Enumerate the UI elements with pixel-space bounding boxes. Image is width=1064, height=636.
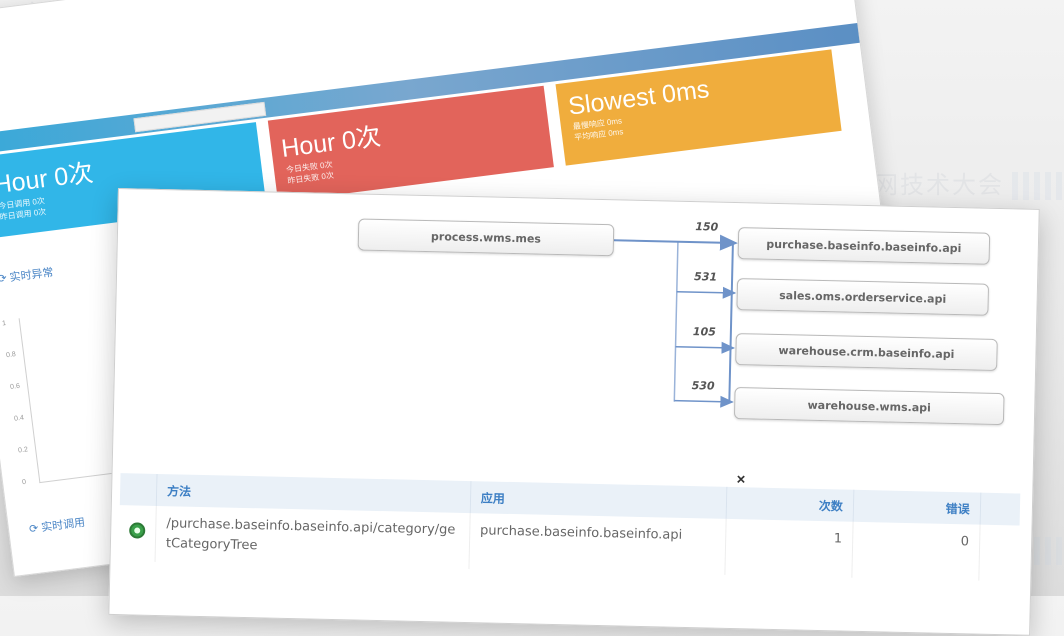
errors-cell: 0: [852, 522, 980, 581]
refresh-icon: ⟳: [28, 523, 39, 536]
refresh-icon: ⟳: [0, 273, 8, 286]
edge-count: 530: [692, 379, 715, 393]
node-label: process.wms.mes: [431, 230, 541, 245]
node-label: warehouse.wms.api: [807, 398, 931, 414]
link-label: 实时调用: [41, 517, 86, 534]
row-select-radio[interactable]: [129, 522, 145, 538]
realtime-exception-link[interactable]: ⟳ 实时异常: [0, 264, 54, 287]
axis-tick: 0.8: [6, 351, 17, 359]
topology-panel: process.wms.mes 150 purchase.baseinfo.ba…: [108, 188, 1039, 636]
edge-count: 105: [693, 325, 716, 339]
column-header-errors[interactable]: 错误: [853, 490, 981, 525]
select-column-header: [120, 473, 157, 506]
column-header-count[interactable]: 次数: [726, 487, 854, 522]
node-label: sales.oms.orderservice.api: [779, 289, 946, 306]
axis-tick: 0.4: [14, 415, 25, 423]
axis-tick: 0: [22, 479, 27, 486]
app-cell: purchase.baseinfo.baseinfo.api: [469, 513, 726, 575]
edge-line: [674, 242, 678, 402]
axis-tick: 1: [2, 320, 7, 327]
row-select-cell[interactable]: [119, 505, 157, 562]
edge-line: [610, 240, 733, 403]
extra-cell: [979, 525, 1020, 582]
edge-arrow: [674, 401, 732, 402]
count-cell: 1: [725, 519, 853, 578]
axis-tick: 0.6: [10, 383, 21, 391]
axis-tick: 0.2: [18, 446, 29, 454]
link-label: 实时异常: [9, 267, 54, 284]
node-label: purchase.baseinfo.baseinfo.api: [766, 237, 961, 254]
target-node[interactable]: warehouse.wms.api: [734, 387, 1005, 425]
edge-arrow: [676, 347, 734, 348]
target-node[interactable]: purchase.baseinfo.baseinfo.api: [738, 227, 991, 265]
realtime-calls-link[interactable]: ⟳ 实时调用: [28, 514, 86, 537]
close-icon[interactable]: ×: [736, 471, 745, 488]
node-label: warehouse.crm.baseinfo.api: [778, 344, 954, 361]
column-header-more: [980, 493, 1020, 526]
target-node[interactable]: sales.oms.orderservice.api: [736, 278, 989, 316]
edge-count: 531: [694, 270, 717, 284]
target-node[interactable]: warehouse.crm.baseinfo.api: [735, 333, 998, 371]
method-cell: /purchase.baseinfo.baseinfo.api/category…: [155, 506, 470, 569]
edge-count: 150: [695, 220, 718, 234]
source-node[interactable]: process.wms.mes: [358, 218, 615, 256]
edge-arrow: [677, 292, 735, 293]
